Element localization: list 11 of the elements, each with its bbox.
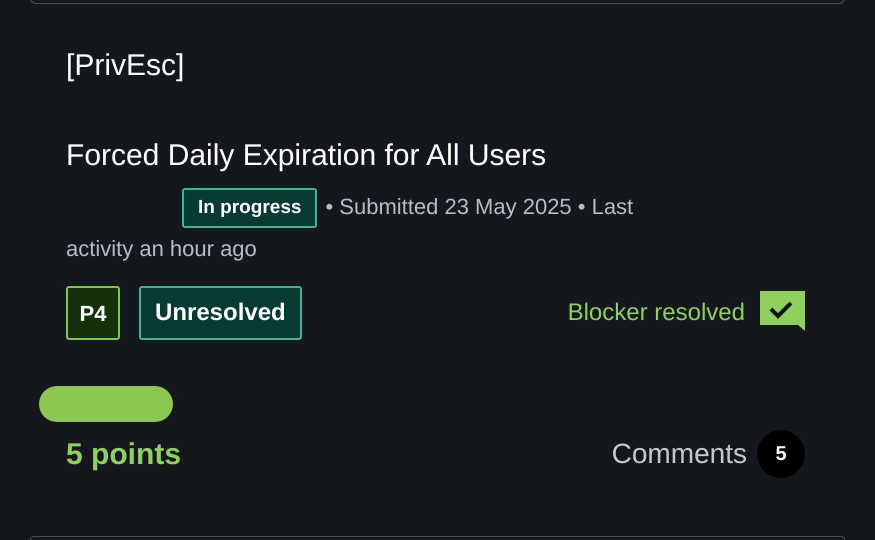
points-label: 5 points <box>66 436 182 473</box>
comment-count-badge: 5 <box>757 430 805 478</box>
submission-meta: • Submitted 23 May 2025 • Last <box>325 194 634 219</box>
priority-badge: P4 <box>66 286 120 340</box>
blocker-label: Blocker resolved <box>568 298 745 328</box>
submission-meta: activity an hour ago <box>66 235 258 264</box>
comments-link[interactable]: Comments <box>612 433 747 476</box>
status-badge: In progress <box>182 188 318 228</box>
category-label: [PrivEsc] <box>66 48 186 84</box>
submission-title[interactable]: Forced Daily Expiration for All Users <box>66 136 805 176</box>
status-badge: Unresolved <box>139 286 302 340</box>
